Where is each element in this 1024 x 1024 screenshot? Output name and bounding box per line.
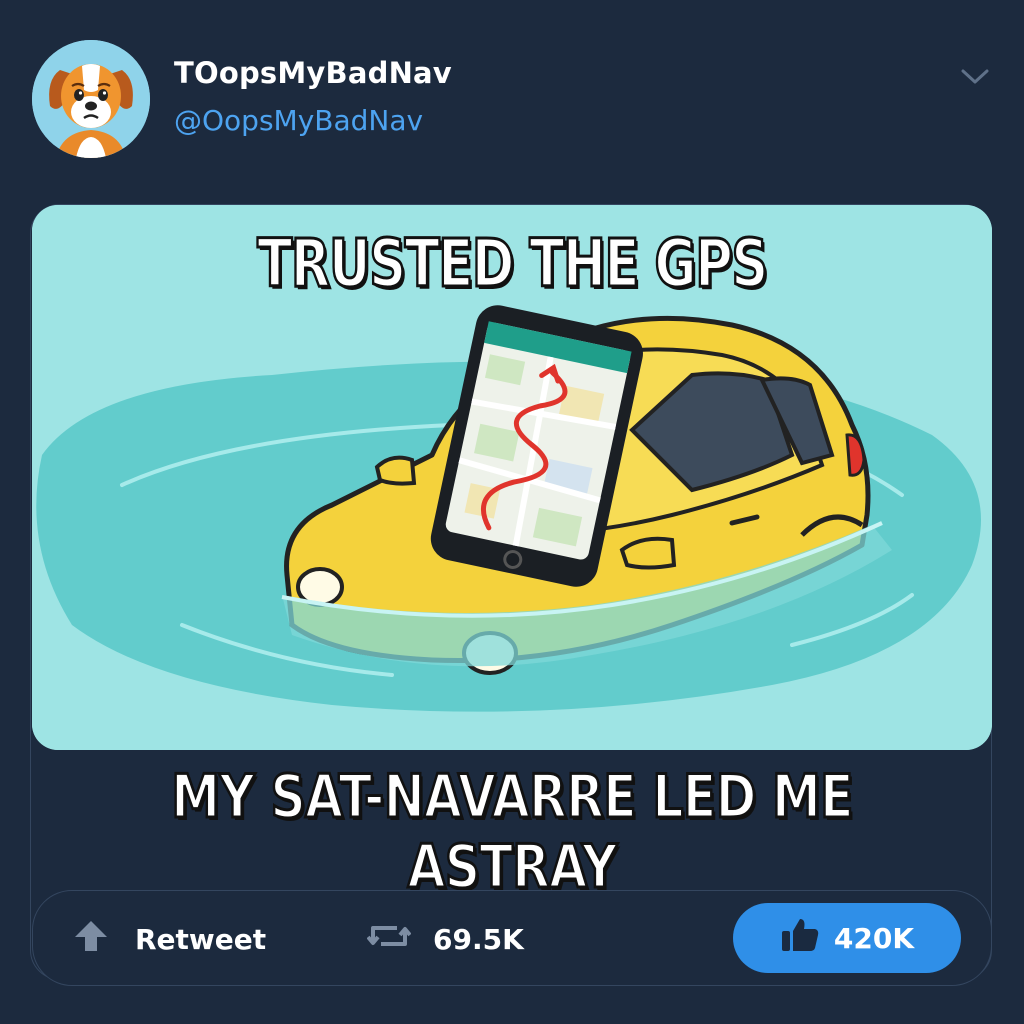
chevron-down-icon[interactable] — [958, 60, 992, 94]
meme-bottom-caption: MY SAT-NAVARRE LED ME ASTRAY — [170, 761, 855, 904]
retweet-button[interactable]: Retweet — [73, 891, 266, 987]
retweet-count: 69.5K — [433, 922, 524, 956]
thumbs-up-icon — [780, 917, 820, 960]
like-count: 420K — [833, 921, 915, 955]
user-handle[interactable]: @OopsMyBadNav — [174, 104, 423, 137]
dog-avatar-icon — [32, 40, 150, 158]
retweet-icon — [366, 920, 412, 959]
avatar[interactable] — [32, 40, 150, 158]
arrow-up-icon — [73, 919, 109, 960]
tweet-header: TOopsMyBadNav @OopsMyBadNav — [32, 40, 992, 170]
like-button[interactable]: 420K — [733, 903, 961, 973]
tweet-action-bar: Retweet 69.5K 420K — [32, 890, 992, 986]
display-name[interactable]: TOopsMyBadNav — [174, 56, 452, 90]
retweet-count-button[interactable]: 69.5K — [366, 891, 524, 987]
retweet-label: Retweet — [135, 922, 267, 956]
meme-top-caption: TRUSTED THE GPS — [256, 224, 769, 304]
meme-image[interactable]: TRUSTED THE GPS — [32, 205, 992, 750]
